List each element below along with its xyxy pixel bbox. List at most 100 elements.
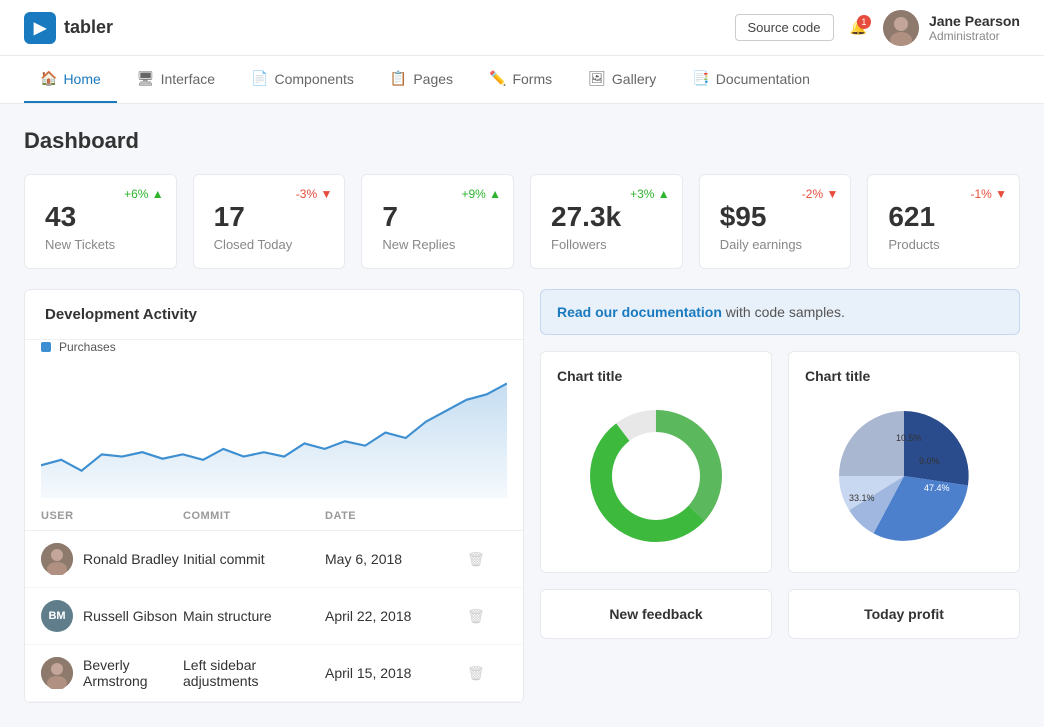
stat-label-new-replies: New Replies: [382, 237, 493, 252]
stat-label-closed-today: Closed Today: [214, 237, 325, 252]
user-role: Administrator: [929, 29, 1020, 43]
bottom-section: Development Activity Purchases: [24, 289, 1020, 703]
notification-bell[interactable]: 🔔 1: [850, 19, 867, 36]
stat-badge-closed-today: -3% ▼: [296, 187, 333, 201]
source-code-button[interactable]: Source code: [735, 14, 834, 41]
user-name-1: Ronald Bradley: [83, 551, 179, 567]
user-info: Jane Pearson Administrator: [883, 10, 1020, 46]
stat-value-new-replies: 7: [382, 201, 493, 233]
doc-banner-text: with code samples.: [726, 304, 845, 320]
pie-chart-2: 9.0% 10.5% 33.1% 47.4%: [805, 396, 1003, 556]
topbar: ▶ tabler Source code 🔔 1 Jane Pearson Ad…: [0, 0, 1044, 56]
svg-text:53.0%: 53.0%: [664, 493, 692, 504]
nav-item-components[interactable]: 📄 Components: [235, 56, 370, 103]
user-details: Jane Pearson Administrator: [929, 13, 1020, 43]
right-panel: Read our documentation with code samples…: [540, 289, 1020, 703]
avatar: [883, 10, 919, 46]
logo-icon: ▶: [24, 12, 56, 44]
dev-activity-panel: Development Activity Purchases: [24, 289, 524, 703]
col-user: USER: [41, 510, 183, 522]
legend-dot: [41, 342, 51, 352]
stat-value-daily-earnings: $95: [720, 201, 831, 233]
doc-banner: Read our documentation with code samples…: [540, 289, 1020, 335]
stat-badge-new-tickets: +6% ▲: [124, 187, 164, 201]
nav-item-pages[interactable]: 📋 Pages: [374, 56, 469, 103]
topbar-actions: Source code 🔔 1 Jane Pearson Administrat…: [735, 10, 1021, 46]
svg-text:33.1%: 33.1%: [849, 493, 875, 503]
user-cell-1: Ronald Bradley: [41, 543, 183, 575]
stat-badge-daily-earnings: -2% ▼: [802, 187, 839, 201]
stat-value-products: 621: [888, 201, 999, 233]
commit-3: Left sidebar adjustments: [183, 657, 325, 689]
nav-item-home[interactable]: 🏠 Home: [24, 56, 117, 103]
stat-card-new-tickets: +6% ▲ 43 New Tickets: [24, 174, 177, 269]
stat-label-new-tickets: New Tickets: [45, 237, 156, 252]
user-avatar-1: [41, 543, 73, 575]
nav-item-forms[interactable]: ✏️ Forms: [473, 56, 568, 103]
new-feedback-label: New feedback: [557, 606, 755, 622]
nav-item-documentation[interactable]: 📑 Documentation: [676, 56, 826, 103]
svg-text:9.0%: 9.0%: [919, 456, 940, 466]
pages-icon: 📋: [390, 70, 407, 87]
nav-item-gallery[interactable]: 🖼 Gallery: [572, 56, 672, 103]
dev-activity-title: Development Activity: [25, 290, 523, 340]
chart-area: [25, 362, 523, 502]
delete-icon-2[interactable]: 🗑: [467, 608, 507, 625]
stat-card-new-replies: +9% ▲ 7 New Replies: [361, 174, 514, 269]
commit-2: Main structure: [183, 608, 325, 624]
nav-label-interface: Interface: [161, 71, 215, 87]
chart-title-2: Chart title: [805, 368, 1003, 384]
nav-label-components: Components: [275, 71, 354, 87]
stat-label-daily-earnings: Daily earnings: [720, 237, 831, 252]
commit-1: Initial commit: [183, 551, 325, 567]
interface-icon: 🖥: [137, 70, 155, 87]
chart-card-1: Chart title: [540, 351, 772, 573]
date-2: April 22, 2018: [325, 608, 467, 624]
svg-text:10.5%: 10.5%: [896, 433, 922, 443]
nav-item-interface[interactable]: 🖥 Interface: [121, 56, 231, 103]
stat-value-new-tickets: 43: [45, 201, 156, 233]
svg-text:47.4%: 47.4%: [924, 483, 950, 493]
col-commit: COMMIT: [183, 510, 325, 522]
gallery-icon: 🖼: [588, 70, 606, 87]
date-1: May 6, 2018: [325, 551, 467, 567]
delete-icon-1[interactable]: 🗑: [467, 551, 507, 568]
doc-banner-bold: Read our documentation: [557, 304, 722, 320]
components-icon: 📄: [251, 70, 268, 87]
stat-card-followers: +3% ▲ 27.3k Followers: [530, 174, 683, 269]
notification-badge: 1: [857, 15, 871, 29]
forms-icon: ✏️: [489, 70, 506, 87]
stat-cards: +6% ▲ 43 New Tickets -3% ▼ 17 Closed Tod…: [24, 174, 1020, 269]
page-title: Dashboard: [24, 128, 1020, 154]
main-content: Dashboard +6% ▲ 43 New Tickets -3% ▼ 17 …: [0, 104, 1044, 727]
stat-card-closed-today: -3% ▼ 17 Closed Today: [193, 174, 346, 269]
nav-label-documentation: Documentation: [716, 71, 810, 87]
nav-label-gallery: Gallery: [612, 71, 656, 87]
user-cell-3: Beverly Armstrong: [41, 657, 183, 689]
stat-label-followers: Followers: [551, 237, 662, 252]
user-cell-2: BM Russell Gibson: [41, 600, 183, 632]
date-3: April 15, 2018: [325, 665, 467, 681]
delete-icon-3[interactable]: 🗑: [467, 665, 507, 682]
stat-badge-products: -1% ▼: [970, 187, 1007, 201]
nav-label-home: Home: [63, 71, 100, 87]
documentation-icon: 📑: [692, 70, 709, 87]
stat-badge-new-replies: +9% ▲: [461, 187, 501, 201]
table-row: Beverly Armstrong Left sidebar adjustmen…: [25, 645, 523, 702]
chart-legend: Purchases: [25, 340, 523, 362]
main-nav: 🏠 Home 🖥 Interface 📄 Components 📋 Pages …: [0, 56, 1044, 104]
logo: ▶ tabler: [24, 12, 719, 44]
col-date: DATE: [325, 510, 467, 522]
user-avatar-3: [41, 657, 73, 689]
today-profit-label: Today profit: [805, 606, 1003, 622]
user-name-2: Russell Gibson: [83, 608, 177, 624]
charts-row: Chart title: [540, 351, 1020, 573]
svg-text:37.0%: 37.0%: [616, 476, 644, 487]
table-row: BM Russell Gibson Main structure April 2…: [25, 588, 523, 645]
stat-value-followers: 27.3k: [551, 201, 662, 233]
nav-label-forms: Forms: [512, 71, 552, 87]
table-header: USER COMMIT DATE: [25, 502, 523, 531]
user-name: Jane Pearson: [929, 13, 1020, 29]
user-avatar-2: BM: [41, 600, 73, 632]
stat-card-daily-earnings: -2% ▼ $95 Daily earnings: [699, 174, 852, 269]
